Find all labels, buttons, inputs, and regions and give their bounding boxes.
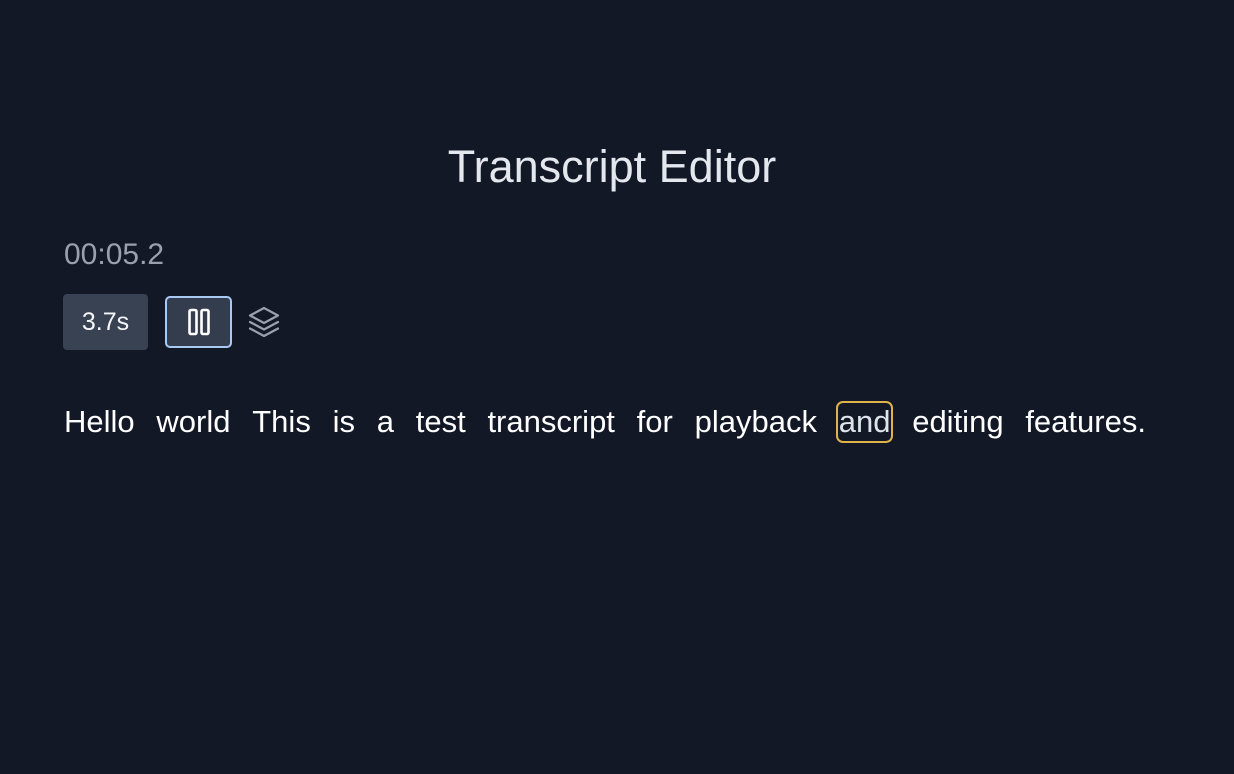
transcript-word[interactable]: editing (912, 403, 1003, 441)
transcript-word[interactable]: test (416, 403, 466, 441)
page-title: Transcript Editor (447, 141, 777, 192)
pause-button[interactable] (165, 296, 232, 348)
transcript-text: Hello world This is a test transcript fo… (64, 401, 1146, 443)
playback-timecode: 00:05.2 (64, 238, 165, 271)
transcript-word[interactable]: a (377, 403, 394, 441)
speed-button[interactable]: 3.7s (63, 294, 148, 350)
layers-button[interactable] (245, 302, 283, 342)
transcript-word[interactable]: features. (1025, 403, 1146, 441)
transcript-word[interactable]: This (252, 403, 311, 441)
transcript-word-active[interactable]: and (835, 401, 894, 443)
transcript-word[interactable]: transcript (487, 403, 614, 441)
pause-icon (187, 308, 210, 336)
playback-controls: 3.7s (63, 294, 283, 350)
transcript-word[interactable]: playback (695, 403, 817, 441)
transcript-word[interactable]: is (333, 403, 355, 441)
transcript-word[interactable]: for (637, 403, 673, 441)
layers-icon (248, 306, 280, 338)
transcript-word[interactable]: Hello (64, 403, 135, 441)
transcript-word[interactable]: world (156, 403, 230, 441)
